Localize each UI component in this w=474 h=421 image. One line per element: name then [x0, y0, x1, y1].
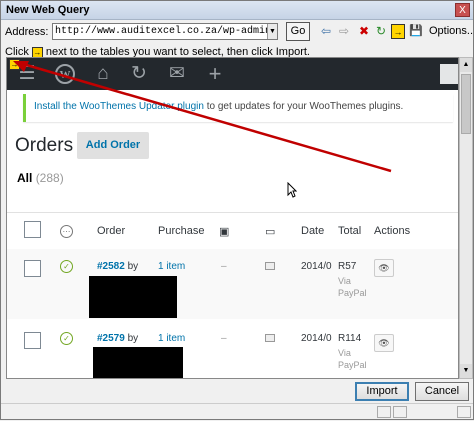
status-segment: [393, 406, 407, 418]
web-query-window: New Web Query X Address: http://www.audi…: [0, 0, 474, 420]
status-bar: [1, 403, 473, 419]
dialog-footer: Import Cancel: [1, 379, 473, 419]
cancel-button[interactable]: Cancel: [415, 382, 469, 401]
import-button[interactable]: Import: [355, 382, 409, 401]
status-segment: [377, 406, 391, 418]
annotation-arrow: [13, 61, 392, 173]
resize-grip-icon[interactable]: [457, 406, 471, 418]
